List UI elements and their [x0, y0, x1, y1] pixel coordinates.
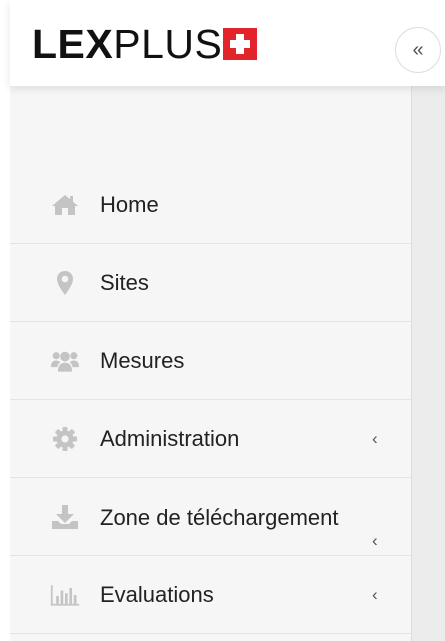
- sidebar-item-administration[interactable]: Administration ‹: [10, 400, 411, 478]
- collapse-sidebar-button[interactable]: «: [395, 27, 441, 73]
- home-icon: [50, 190, 80, 220]
- swiss-cross-icon: [223, 27, 258, 60]
- sidebar-header: LEX PLUS «: [10, 0, 445, 86]
- gear-icon: [50, 424, 80, 454]
- sidebar-item-home[interactable]: Home: [10, 166, 411, 244]
- left-edge: [0, 0, 10, 641]
- sidebar-nav: Home Sites Mesures Administration ‹ Zone…: [10, 166, 411, 634]
- sidebar-item-zone-de-telechargement[interactable]: Zone de téléchargement ‹: [10, 478, 411, 556]
- lexplus-logo[interactable]: LEX PLUS: [32, 21, 258, 67]
- sidebar-item-label: Administration: [100, 425, 240, 451]
- sidebar-item-label: Evaluations: [100, 581, 214, 607]
- logo-text-thin: PLUS: [113, 21, 223, 67]
- sidebar-item-label: Home: [100, 191, 159, 217]
- sidebar-item-evaluations[interactable]: Evaluations ‹: [10, 556, 411, 634]
- sidebar-item-sites[interactable]: Sites: [10, 244, 411, 322]
- sidebar: Home Sites Mesures Administration ‹ Zone…: [10, 86, 412, 641]
- bar-chart-icon: [50, 580, 80, 610]
- download-icon: [50, 502, 80, 532]
- sidebar-item-label: Sites: [100, 269, 149, 295]
- sidebar-item-mesures[interactable]: Mesures: [10, 322, 411, 400]
- chevron-left-icon: ‹: [372, 428, 378, 448]
- map-marker-icon: [50, 268, 80, 298]
- users-icon: [50, 346, 80, 376]
- chevron-left-icon: ‹: [372, 584, 378, 604]
- chevron-left-icon: ‹: [372, 531, 378, 550]
- logo-text-bold: LEX: [32, 21, 114, 67]
- sidebar-item-label: Mesures: [100, 347, 185, 373]
- sidebar-item-label: Zone de téléchargement: [100, 505, 339, 530]
